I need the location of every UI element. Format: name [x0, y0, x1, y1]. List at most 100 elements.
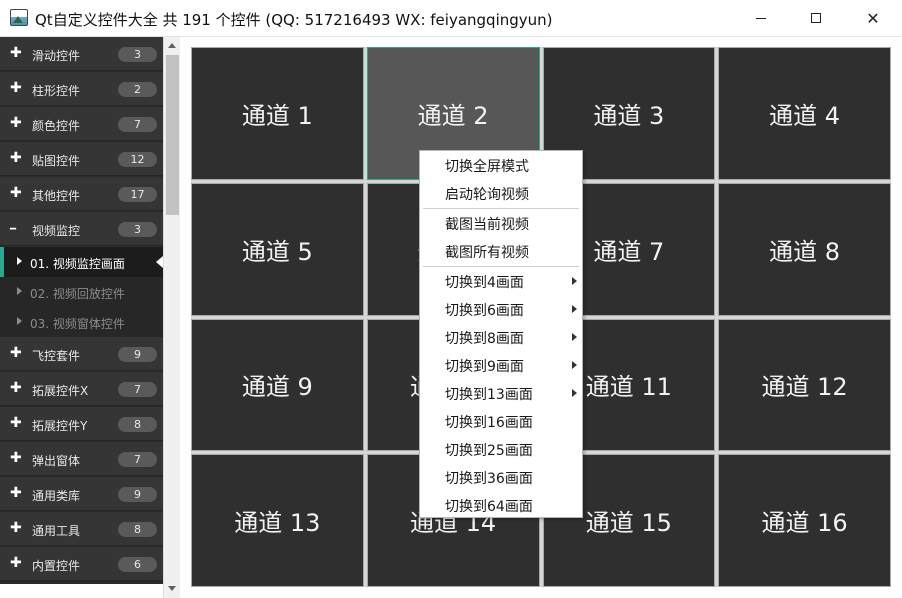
- menu-item[interactable]: 启动轮询视频: [420, 179, 582, 207]
- expand-icon: ✚: [10, 520, 22, 536]
- menu-item-label: 切换到6画面: [445, 303, 524, 319]
- sidebar-item[interactable]: ✚ 飞控套件 9: [0, 337, 163, 371]
- sidebar-item[interactable]: ✚ 拓展控件X 7: [0, 372, 163, 406]
- channel-label: 通道 1: [241, 101, 313, 130]
- sidebar-item[interactable]: ✚ 颜色控件 7: [0, 107, 163, 141]
- submenu-arrow-icon: [572, 277, 577, 285]
- video-channel[interactable]: 通道 12: [718, 318, 891, 452]
- menu-item-label: 切换到9画面: [445, 359, 524, 375]
- channel-label: 通道 15: [585, 509, 672, 538]
- sidebar-item-label: 贴图控件: [32, 154, 81, 168]
- menu-item-label: 切换到8画面: [445, 331, 524, 347]
- menu-item[interactable]: 切换到13画面: [420, 379, 582, 407]
- maximize-button[interactable]: [788, 0, 844, 36]
- menu-item-label: 切换全屏模式: [445, 159, 529, 175]
- close-icon: ✕: [866, 8, 880, 28]
- count-badge: 17: [118, 187, 157, 202]
- menu-item-label: 截图所有视频: [445, 245, 529, 261]
- scroll-down-icon[interactable]: [168, 586, 176, 591]
- menu-item[interactable]: 切换到8画面: [420, 323, 582, 351]
- scroll-thumb[interactable]: [166, 55, 179, 215]
- sidebar-item-label: 其他控件: [32, 189, 81, 203]
- menu-item-label: 切换到16画面: [445, 415, 533, 431]
- triangle-right-icon: [17, 317, 22, 325]
- menu-item[interactable]: 切换到6画面: [420, 295, 582, 323]
- expand-icon: ✚: [10, 80, 22, 96]
- app-icon: [10, 9, 28, 26]
- video-channel[interactable]: 通道 4: [718, 47, 891, 180]
- scroll-up-icon[interactable]: [168, 43, 176, 48]
- title-bar: Qt自定义控件大全 共 191 个控件 (QQ: 517216493 WX: f…: [0, 0, 902, 37]
- triangle-right-icon: [17, 287, 22, 295]
- video-channel[interactable]: 通道 1: [191, 47, 364, 180]
- sidebar-item-label: 飞控套件: [32, 349, 81, 363]
- sidebar-item[interactable]: ✚ 弹出窗体 7: [0, 442, 163, 476]
- menu-item[interactable]: 切换到4画面: [420, 267, 582, 295]
- menu-item-label: 切换到36画面: [445, 471, 533, 487]
- count-badge: 7: [118, 452, 157, 467]
- sidebar-item[interactable]: ✚ 通用类库 9: [0, 477, 163, 511]
- menu-item[interactable]: 切换到36画面: [420, 463, 582, 491]
- sidebar-item[interactable]: ✚ 通用工具 8: [0, 512, 163, 546]
- sidebar-item-label: 拓展控件X: [32, 384, 89, 398]
- sidebar-nav: ✚ 滑动控件 3 ✚ 柱形控件 2 ✚ 颜色控件 7 ✚ 贴图控件 12 ✚ 其他控件 17 ━ 视频监控 3 01…: [0, 37, 163, 584]
- close-button[interactable]: ✕: [845, 0, 901, 36]
- expand-icon: ✚: [10, 150, 22, 166]
- menu-item[interactable]: 截图当前视频: [420, 209, 582, 237]
- expand-icon: ✚: [10, 115, 22, 131]
- sidebar-item[interactable]: ✚ 贴图控件 12: [0, 142, 163, 176]
- count-badge: 12: [118, 152, 157, 167]
- sidebar-item[interactable]: ✚ 柱形控件 2: [0, 72, 163, 106]
- minimize-button[interactable]: [733, 0, 789, 36]
- sidebar-sub-item[interactable]: 01. 视频监控画面: [0, 247, 163, 277]
- channel-label: 通道 3: [593, 101, 665, 130]
- sidebar-item-label: 通用工具: [32, 524, 81, 538]
- sidebar-item-label: 视频监控: [32, 224, 81, 238]
- sidebar-item[interactable]: ✚ 拓展控件Y 8: [0, 407, 163, 441]
- count-badge: 8: [118, 522, 157, 537]
- active-pointer-icon: [156, 256, 163, 268]
- video-channel[interactable]: 通道 8: [718, 182, 891, 316]
- channel-label: 通道 5: [241, 237, 313, 266]
- count-badge: 9: [118, 347, 157, 362]
- expand-icon: ✚: [10, 185, 22, 201]
- expand-icon: ✚: [10, 345, 22, 361]
- count-badge: 8: [118, 417, 157, 432]
- submenu-arrow-icon: [572, 333, 577, 341]
- menu-item[interactable]: 切换到16画面: [420, 407, 582, 435]
- count-badge: 3: [118, 47, 157, 62]
- sidebar-item-label: 颜色控件: [32, 119, 81, 133]
- video-channel[interactable]: 通道 9: [191, 318, 364, 452]
- menu-item[interactable]: 切换到9画面: [420, 351, 582, 379]
- sidebar-item-label: 内置控件: [32, 559, 81, 573]
- menu-item[interactable]: 切换全屏模式: [420, 151, 582, 179]
- menu-item-label: 启动轮询视频: [445, 187, 529, 203]
- collapse-icon: ━: [10, 224, 17, 235]
- video-channel[interactable]: 通道 5: [191, 182, 364, 316]
- video-channel[interactable]: 通道 16: [718, 454, 891, 587]
- channel-label: 通道 13: [234, 509, 321, 538]
- menu-item[interactable]: 切换到64画面: [420, 491, 582, 519]
- sidebar-item[interactable]: ✚ 滑动控件 3: [0, 37, 163, 71]
- sidebar-item[interactable]: ━ 视频监控 3: [0, 212, 163, 246]
- channel-label: 通道 2: [417, 101, 489, 130]
- sidebar-item[interactable]: ✚ 其他控件 17: [0, 177, 163, 211]
- count-badge: 2: [118, 82, 157, 97]
- count-badge: 7: [118, 382, 157, 397]
- channel-label: 通道 9: [241, 373, 313, 402]
- sidebar-sub-item-label: 01. 视频监控画面: [30, 257, 125, 271]
- channel-label: 通道 8: [769, 237, 841, 266]
- count-badge: 7: [118, 117, 157, 132]
- sidebar-scrollbar[interactable]: [163, 37, 180, 598]
- minimize-icon: [756, 17, 766, 19]
- sidebar-item[interactable]: ✚ 内置控件 6: [0, 547, 163, 581]
- submenu-arrow-icon: [572, 361, 577, 369]
- sidebar-sub-item[interactable]: 02. 视频回放控件: [0, 277, 163, 307]
- sidebar-sub-item[interactable]: 03. 视频窗体控件: [0, 307, 163, 337]
- expand-icon: ✚: [10, 380, 22, 396]
- video-channel[interactable]: 通道 13: [191, 454, 364, 587]
- menu-item[interactable]: 切换到25画面: [420, 435, 582, 463]
- sidebar-item-label: 柱形控件: [32, 84, 81, 98]
- sidebar-item-label: 通用类库: [32, 489, 81, 503]
- menu-item[interactable]: 截图所有视频: [420, 237, 582, 265]
